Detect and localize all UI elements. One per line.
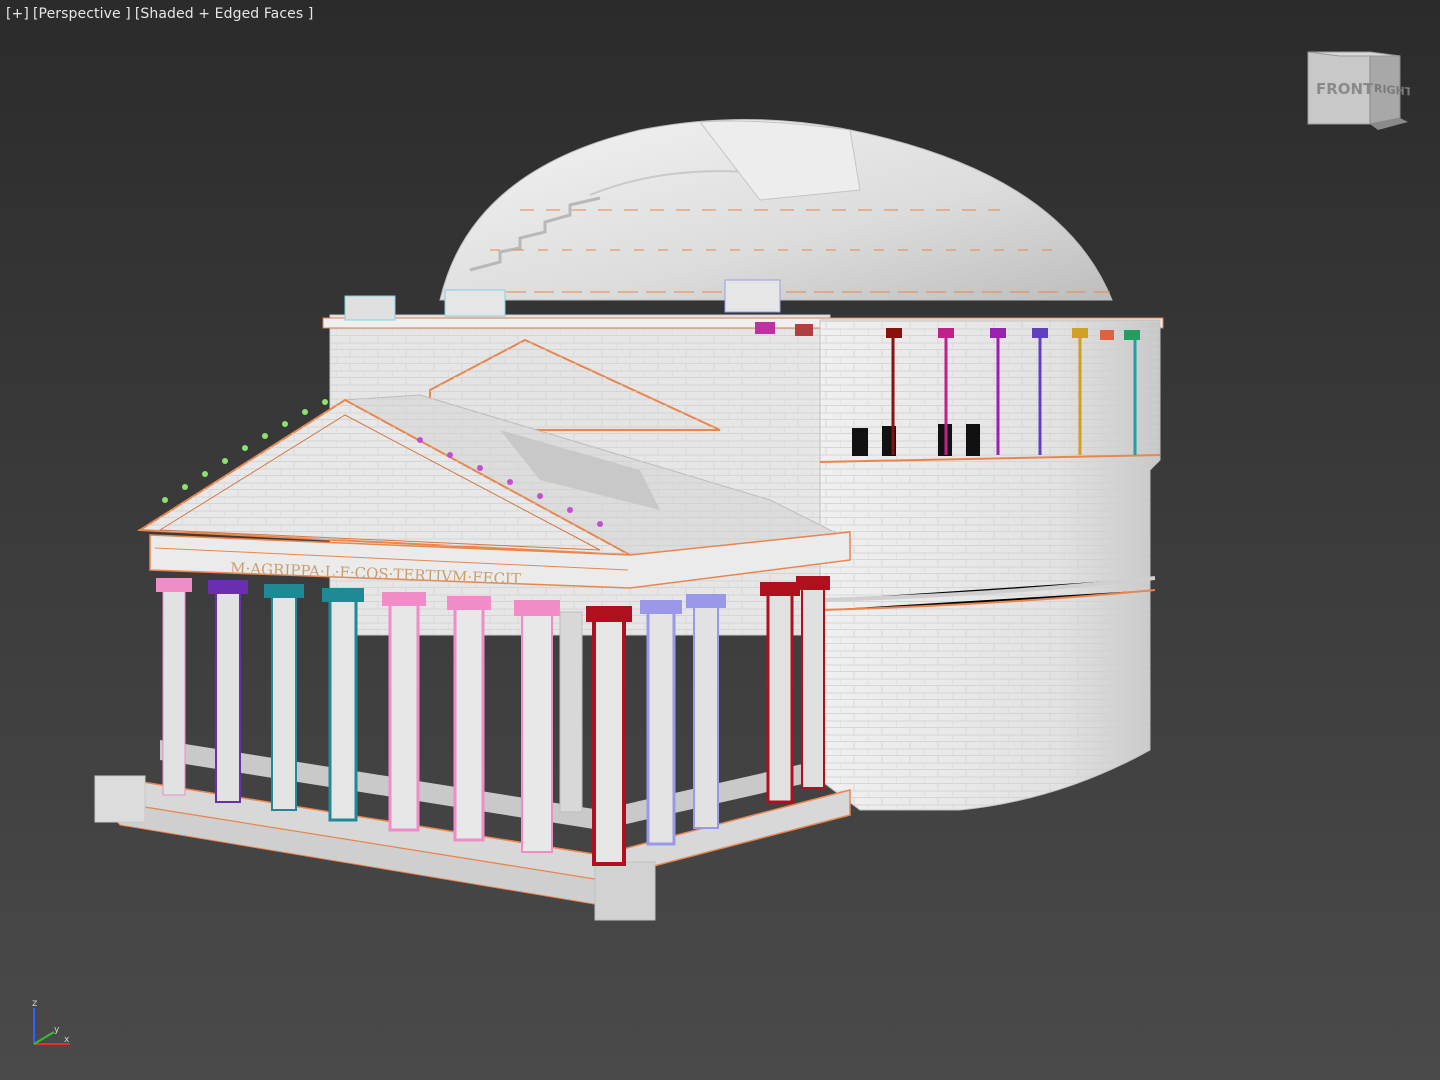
column: [382, 592, 426, 832]
viewport-menu-button[interactable]: [+]: [6, 6, 29, 22]
view-mode-menu[interactable]: [Perspective ]: [33, 6, 131, 22]
viewport-label: [+] [Perspective ] [Shaded + Edged Faces ]: [6, 6, 313, 22]
column: [586, 606, 632, 866]
shading-mode-menu[interactable]: [Shaded + Edged Faces ]: [135, 6, 314, 22]
dome: [439, 118, 1113, 301]
viewcube-front-label: FRONT: [1316, 80, 1374, 98]
column: [796, 576, 830, 789]
z-axis-label: z: [32, 998, 37, 1009]
column: [559, 611, 583, 813]
y-axis-label: y: [54, 1025, 60, 1035]
axis-tripod: z y x: [32, 998, 70, 1045]
pantheon-model[interactable]: M·AGRIPPA·L·F·COS·TERTIVM·FECIT: [0, 0, 1440, 1080]
viewcube[interactable]: FRONT RIGHT: [1300, 46, 1410, 136]
column: [447, 596, 491, 842]
y-axis-line: [33, 1031, 55, 1045]
3d-viewport[interactable]: M·AGRIPPA·L·F·COS·TERTIVM·FECIT [+] [Per…: [0, 0, 1440, 1080]
x-axis-label: x: [64, 1035, 70, 1045]
